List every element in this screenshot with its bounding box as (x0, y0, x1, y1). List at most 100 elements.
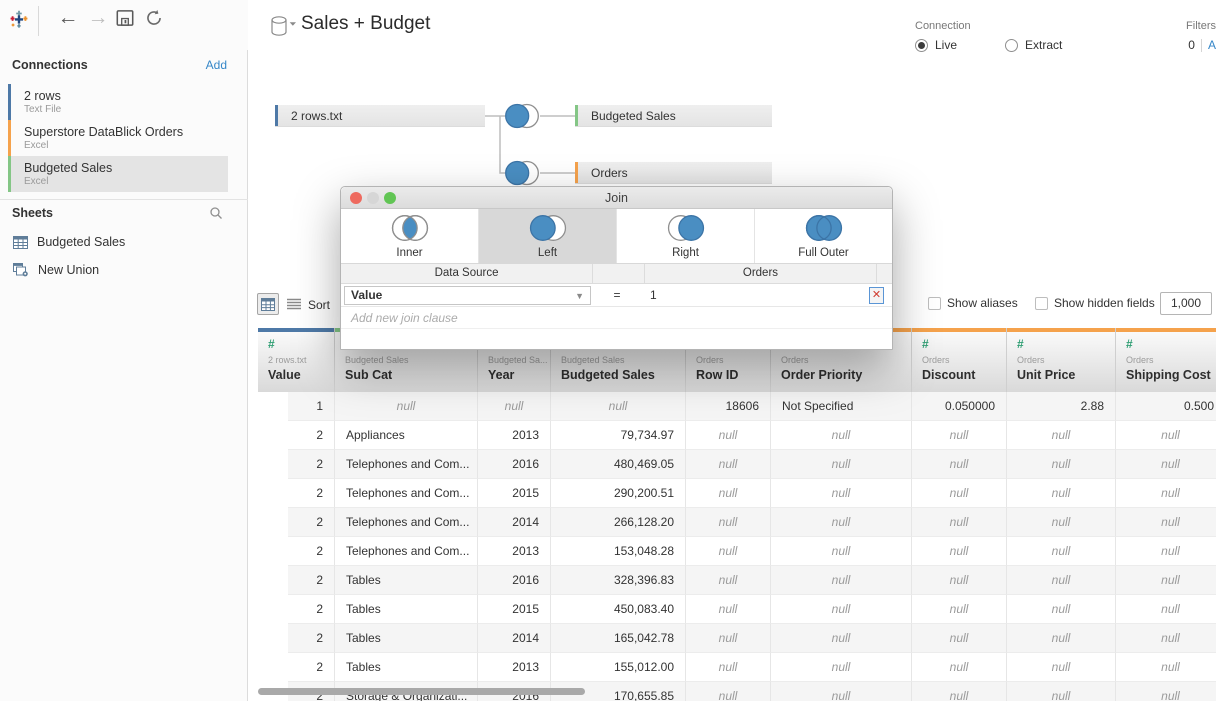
table-cell: 2015 (478, 479, 551, 508)
join-tab-label: Left (537, 247, 558, 259)
table-cell: null (686, 508, 771, 537)
table-cell: 2014 (478, 508, 551, 537)
table-cell: null (686, 624, 771, 653)
join-venn-icon[interactable] (501, 102, 543, 135)
join-type-venn-icon (799, 213, 849, 246)
grid-view-button[interactable] (257, 293, 279, 315)
show-hidden-checkbox[interactable] (1035, 296, 1048, 310)
table-cell: null (1007, 537, 1116, 566)
table-cell: 2 (288, 624, 335, 653)
extract-radio[interactable]: Extract (1005, 38, 1062, 52)
table-cell: 2 (288, 479, 335, 508)
node-color-bar (275, 105, 278, 126)
back-button[interactable]: ← (55, 3, 81, 33)
table-cell: 2015 (478, 595, 551, 624)
table-cell: null (912, 450, 1007, 479)
sheet-item[interactable]: Budgeted Sales (0, 228, 248, 256)
table-cell: null (771, 624, 912, 653)
join-tab-inner[interactable]: Inner (341, 209, 479, 263)
row-gutter (258, 566, 288, 595)
join-dialog-titlebar: Join (341, 187, 892, 209)
right-value-field[interactable]: 1 (643, 288, 869, 302)
flow-table-node[interactable]: Orders (575, 162, 772, 184)
table-cell: null (771, 421, 912, 450)
live-radio[interactable]: Live (915, 38, 957, 52)
column-header[interactable]: # Orders Discount (912, 328, 1007, 392)
table-cell: null (1116, 537, 1216, 566)
join-tab-left[interactable]: Left (479, 209, 617, 263)
table-cell: 2013 (478, 653, 551, 682)
table-cell: 290,200.51 (551, 479, 686, 508)
column-header[interactable]: # Orders Shipping Cost (1116, 328, 1216, 392)
table-cell: 0.050000 (912, 392, 1007, 421)
filters-add-link[interactable]: A (1208, 38, 1216, 52)
connection-name: Budgeted Sales (24, 161, 113, 175)
add-connection-link[interactable]: Add (206, 58, 227, 72)
table-row: 2 Telephones and Com... 2013 153,048.28 null… (258, 537, 1216, 566)
column-name: Discount (922, 368, 976, 382)
connection-item[interactable]: 2 rows Text File (8, 84, 228, 120)
table-cell: null (1116, 479, 1216, 508)
join-tab-label: Right (672, 247, 699, 259)
flow-table-node[interactable]: 2 rows.txt (275, 105, 485, 127)
column-header[interactable]: # 2 rows.txt Value (258, 328, 335, 392)
table-cell: 18606 (686, 392, 771, 421)
table-cell: null (912, 595, 1007, 624)
connection-item[interactable]: Budgeted Sales Excel (8, 156, 228, 192)
remove-clause-button[interactable]: ✕ (869, 286, 884, 304)
table-row: 2 Telephones and Com... 2015 290,200.51 null… (258, 479, 1216, 508)
table-cell: 2 (288, 537, 335, 566)
refresh-button[interactable] (143, 3, 165, 33)
join-tab-full[interactable]: Full Outer (755, 209, 892, 263)
table-cell: null (912, 566, 1007, 595)
connection-type-block: Connection Live Extract (915, 20, 1062, 52)
search-icon[interactable] (209, 206, 223, 220)
close-window-button[interactable] (350, 192, 362, 204)
join-type-tabs: Inner Left Right Full Outer (341, 209, 892, 264)
table-row: 2 Telephones and Com... 2014 266,128.20 null… (258, 508, 1216, 537)
table-cell: Telephones and Com... (335, 508, 478, 537)
add-join-clause-row[interactable]: Add new join clause (341, 307, 892, 329)
join-tab-label: Full Outer (798, 247, 849, 259)
join-tab-right[interactable]: Right (617, 209, 755, 263)
connection-item[interactable]: Superstore DataBlick Orders Excel (8, 120, 228, 156)
save-button[interactable] (114, 3, 136, 33)
extract-radio-dot[interactable] (1005, 38, 1019, 52)
live-radio-dot[interactable] (915, 38, 928, 52)
connection-color-bar (8, 84, 11, 120)
column-source: Orders (922, 355, 950, 365)
column-header[interactable]: # Orders Unit Price (1007, 328, 1116, 392)
operator-cell[interactable]: = (591, 288, 643, 302)
sheet-item[interactable]: New Union (0, 256, 248, 284)
left-field-dropdown[interactable]: Value ▼ (344, 285, 591, 305)
forward-button[interactable]: → (85, 3, 111, 33)
horizontal-scrollbar[interactable] (258, 688, 585, 695)
table-cell: null (686, 595, 771, 624)
database-icon[interactable] (269, 15, 299, 39)
show-hidden-label: Show hidden fields (1054, 296, 1155, 310)
datatype-icon: # (268, 337, 275, 351)
table-cell: 2 (288, 421, 335, 450)
table-cell: 1 (288, 392, 335, 421)
minimize-window-button[interactable] (367, 192, 379, 204)
join-dialog-title: Join (605, 191, 628, 205)
table-cell: Tables (335, 653, 478, 682)
column-color-bar (258, 328, 334, 332)
join-clause-row: Value ▼ = 1 ✕ (341, 284, 892, 307)
sheets-heading: Sheets (12, 206, 53, 220)
show-aliases-checkbox[interactable] (928, 296, 941, 310)
flow-table-node[interactable]: Budgeted Sales (575, 105, 772, 127)
table-cell: Not Specified (771, 392, 912, 421)
table-icon (13, 235, 28, 249)
row-limit-input[interactable]: 1,000 (1160, 292, 1212, 315)
show-aliases-label: Show aliases (947, 296, 1018, 310)
table-cell: null (912, 508, 1007, 537)
grid-body: 1 null null null 18606 Not Specified 0.050000 2… (258, 392, 1216, 701)
connections-list: 2 rows Text File Superstore DataBlick Or… (0, 84, 248, 192)
table-cell: null (1007, 566, 1116, 595)
datasource-title[interactable]: Sales + Budget (301, 13, 430, 35)
zoom-window-button[interactable] (384, 192, 396, 204)
join-type-venn-icon (385, 213, 435, 246)
list-view-button[interactable] (283, 293, 305, 315)
sort-fields-dropdown[interactable]: Sort (308, 298, 330, 312)
